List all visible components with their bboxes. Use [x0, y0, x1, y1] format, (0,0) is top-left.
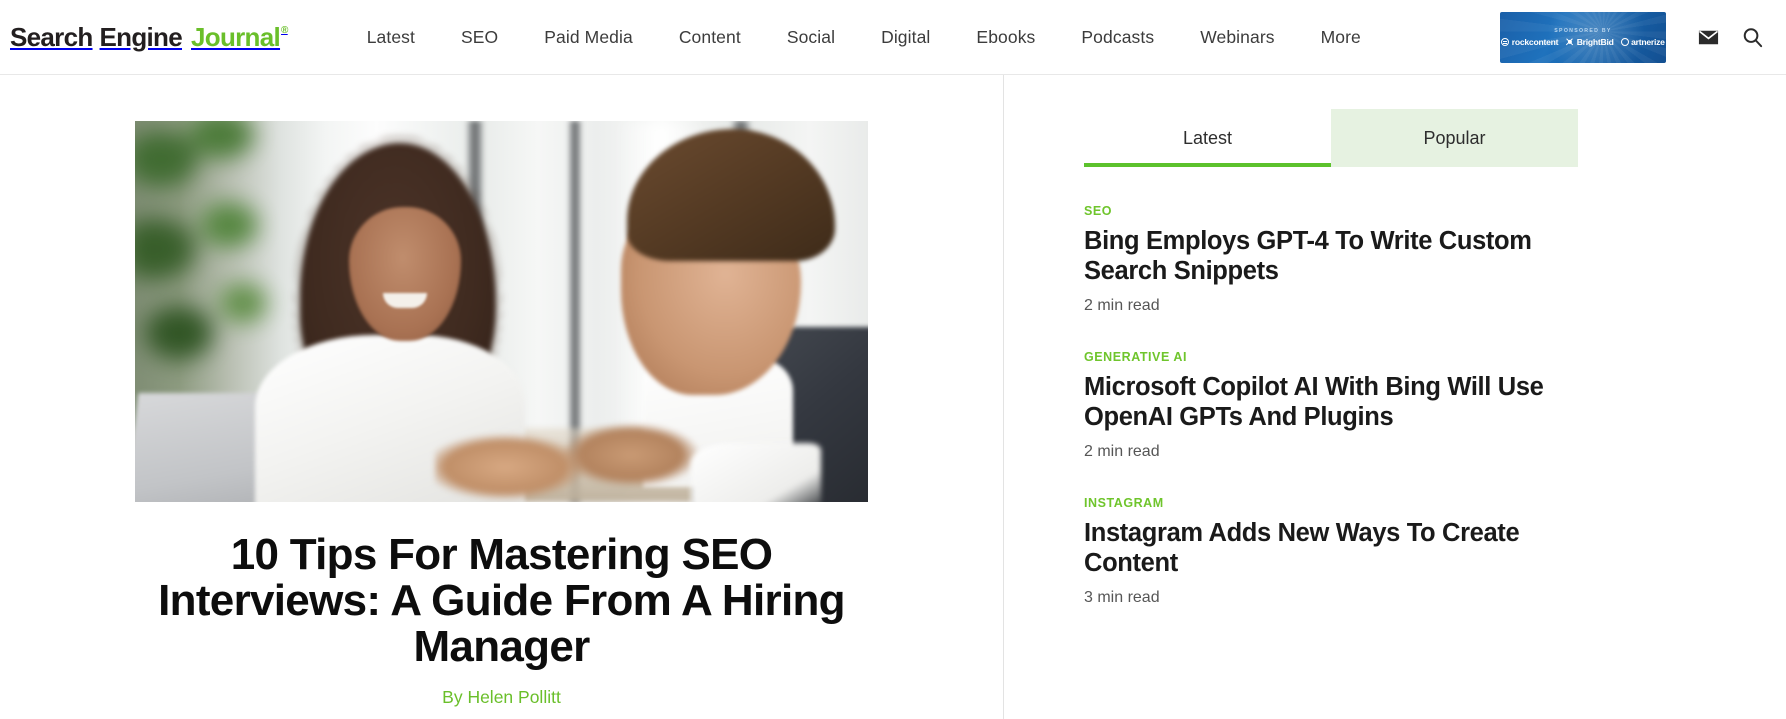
nav-item-digital[interactable]: Digital [858, 27, 953, 48]
sidebar: Latest Popular SEO Bing Employs GPT-4 To… [1003, 75, 1786, 719]
nav-item-more[interactable]: More [1298, 27, 1384, 48]
article-title[interactable]: Bing Employs GPT-4 To Write Custom Searc… [1084, 227, 1604, 286]
article-title[interactable]: Microsoft Copilot AI With Bing Will Use … [1084, 373, 1604, 432]
article-category[interactable]: GENERATIVE AI [1084, 350, 1604, 364]
nav-item-social[interactable]: Social [764, 27, 858, 48]
sidebar-article-item[interactable]: INSTAGRAM Instagram Adds New Ways To Cre… [1084, 461, 1604, 607]
tab-latest[interactable]: Latest [1084, 109, 1331, 167]
article-read-time: 2 min read [1084, 443, 1160, 461]
sponsored-by-label: SPONSORED BY [1554, 28, 1612, 34]
nav-item-ebooks[interactable]: Ebooks [953, 27, 1058, 48]
search-button[interactable] [1730, 0, 1774, 75]
main-content-column: 10 Tips For Mastering SEO Interviews: A … [0, 75, 1003, 719]
sponsor-logo-rockcontent-label: rockcontent [1511, 37, 1559, 47]
hero-handshake-decoration [435, 421, 735, 502]
brightbid-star-icon [1565, 38, 1574, 47]
article-read-time: 2 min read [1084, 297, 1160, 315]
sponsor-logo-partnerize-label: artnerize [1631, 37, 1665, 47]
partnerize-mark-icon [1620, 38, 1629, 46]
sidebar-tabs: Latest Popular [1084, 109, 1578, 167]
sponsor-logo-list: rockcontent BrightBid artnerize [1501, 37, 1665, 47]
newsletter-button[interactable] [1686, 0, 1730, 75]
sponsored-banner[interactable]: SPONSORED BY rockcontent BrightBid artne… [1500, 12, 1666, 63]
search-icon [1741, 26, 1764, 49]
article-category[interactable]: INSTAGRAM [1084, 496, 1604, 510]
nav-item-paid-media[interactable]: Paid Media [521, 27, 656, 48]
nav-item-seo[interactable]: SEO [438, 27, 521, 48]
nav-item-latest[interactable]: Latest [344, 27, 438, 48]
envelope-icon [1697, 26, 1720, 49]
sponsor-logo-rockcontent[interactable]: rockcontent [1501, 37, 1558, 47]
nav-item-podcasts[interactable]: Podcasts [1058, 27, 1177, 48]
featured-article-byline[interactable]: By Helen Pollitt [135, 687, 868, 708]
header-actions: SPONSORED BY rockcontent BrightBid artne… [1500, 0, 1786, 75]
nav-item-webinars[interactable]: Webinars [1177, 27, 1297, 48]
primary-navigation: Latest SEO Paid Media Content Social Dig… [344, 27, 1384, 48]
logo-trademark-icon: ® [281, 25, 288, 36]
site-header: Search Engine Journal ® Latest SEO Paid … [0, 0, 1786, 75]
nav-item-content[interactable]: Content [656, 27, 764, 48]
logo-text-journal: Journal [191, 22, 281, 52]
tab-popular[interactable]: Popular [1331, 109, 1578, 167]
logo-text-search: Search [10, 22, 93, 52]
sponsor-logo-brightbid-label: BrightBid [1576, 37, 1614, 47]
logo-text-engine: Engine [99, 22, 183, 52]
sidebar-article-item[interactable]: SEO Bing Employs GPT-4 To Write Custom S… [1084, 167, 1604, 315]
hero-shirt-cuff-decoration [691, 443, 821, 502]
featured-article: 10 Tips For Mastering SEO Interviews: A … [135, 121, 868, 708]
sponsor-logo-partnerize[interactable]: artnerize [1620, 37, 1665, 47]
rockcontent-mark-icon [1501, 38, 1510, 46]
site-logo[interactable]: Search Engine Journal ® [10, 24, 288, 50]
sidebar-article-item[interactable]: GENERATIVE AI Microsoft Copilot AI With … [1084, 315, 1604, 461]
featured-article-image[interactable] [135, 121, 868, 502]
article-category[interactable]: SEO [1084, 204, 1604, 218]
article-title[interactable]: Instagram Adds New Ways To Create Conten… [1084, 519, 1604, 578]
page-body: 10 Tips For Mastering SEO Interviews: A … [0, 75, 1786, 719]
article-read-time: 3 min read [1084, 589, 1160, 607]
featured-article-title[interactable]: 10 Tips For Mastering SEO Interviews: A … [135, 531, 868, 671]
sponsor-logo-brightbid[interactable]: BrightBid [1565, 37, 1614, 47]
